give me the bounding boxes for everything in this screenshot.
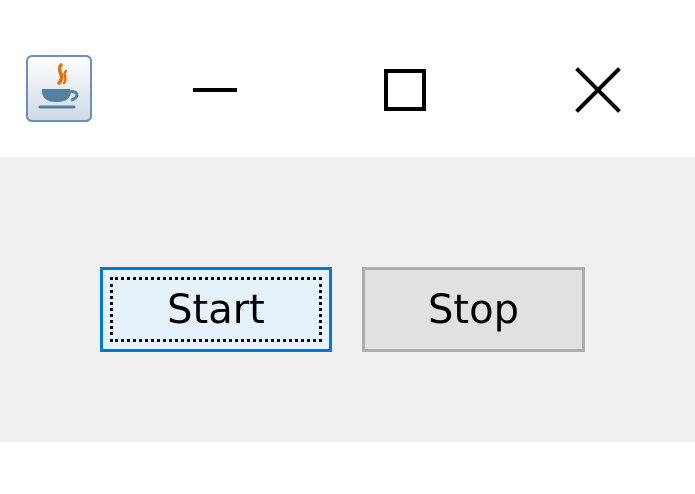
- content-panel: Start Stop: [0, 157, 695, 442]
- close-icon: [575, 67, 621, 113]
- minimize-button[interactable]: [165, 40, 265, 140]
- app-window: Start Stop: [0, 0, 695, 494]
- title-bar[interactable]: [0, 0, 695, 157]
- java-app-icon[interactable]: [26, 55, 92, 122]
- close-button[interactable]: [548, 40, 648, 140]
- maximize-icon: [384, 69, 426, 111]
- maximize-button[interactable]: [355, 40, 455, 140]
- start-button[interactable]: Start: [100, 267, 332, 352]
- stop-button[interactable]: Stop: [362, 267, 585, 352]
- minimize-icon: [193, 88, 237, 92]
- stop-button-label: Stop: [428, 286, 519, 333]
- start-button-label: Start: [167, 286, 265, 333]
